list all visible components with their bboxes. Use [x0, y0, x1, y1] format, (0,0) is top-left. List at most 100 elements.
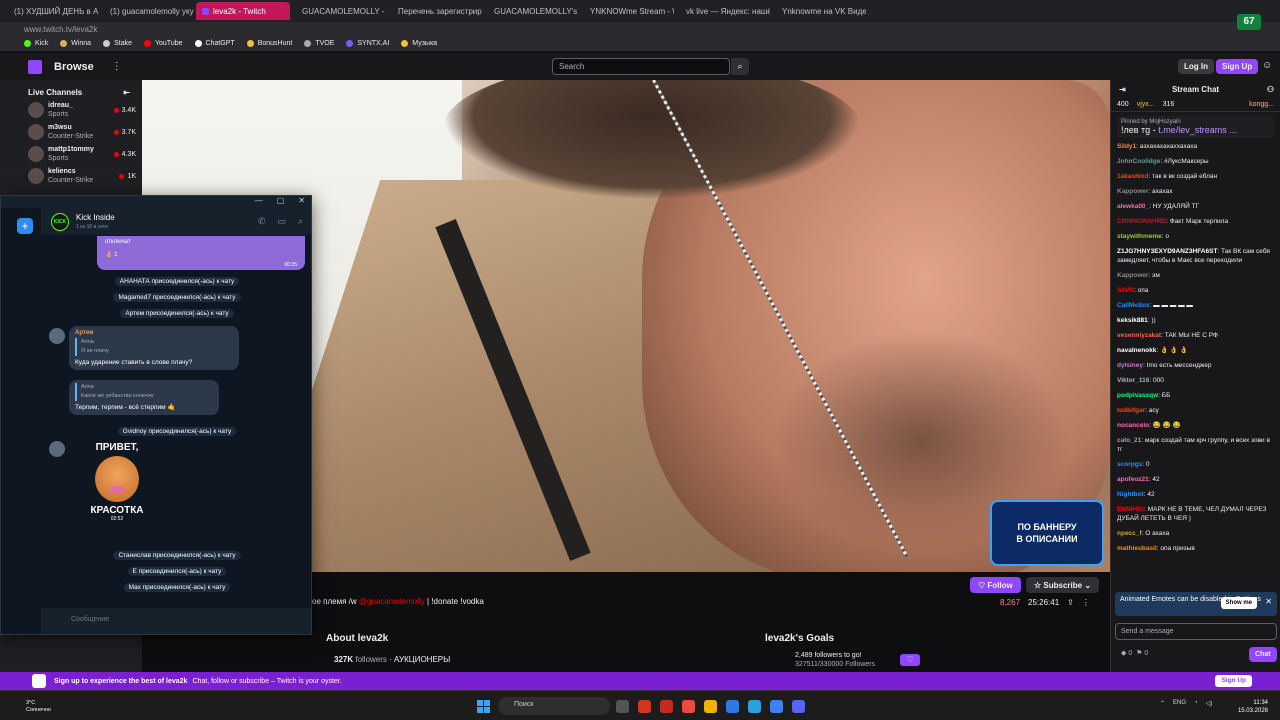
collapse-chat-icon[interactable]: ⇥ — [1119, 85, 1126, 94]
browser-tab[interactable]: (1) guacamolemolly укуре — [100, 2, 194, 20]
taskbar-app-icon[interactable] — [616, 700, 629, 713]
login-button[interactable]: Log In — [1178, 59, 1214, 74]
chat-message[interactable]: Z1JG7HNY3EXYD9ANZ3HFA6ST: Так ВК сам себ… — [1117, 247, 1274, 265]
minimize-icon[interactable]: — — [255, 196, 263, 208]
chat-message[interactable]: Sildy1: азхахахахаххахаха — [1117, 142, 1274, 151]
sidebar-channel[interactable]: mattp1tommy Sports 4.3K — [0, 141, 142, 163]
sidebar-channel[interactable]: idreau_ Sports 3.4K — [0, 97, 142, 119]
bookmark[interactable]: YouTube — [143, 40, 183, 47]
new-chat-button[interactable]: + — [17, 218, 33, 234]
chat-message[interactable]: todbifgar: асу — [1117, 406, 1274, 415]
twitch-logo-icon[interactable] — [28, 59, 42, 74]
browse-link[interactable]: Browse — [54, 61, 94, 73]
sticker[interactable]: ПРИВЕТ, КРАСОТКА 02:52 — [77, 442, 157, 532]
chat-username[interactable]: podpivassqw — [1117, 392, 1158, 399]
bookmark[interactable]: SYNTX.AI — [346, 40, 389, 47]
chat-username[interactable]: nocancelo — [1117, 422, 1149, 429]
bookmark[interactable]: TVOE — [304, 40, 334, 47]
chat-username[interactable]: S4VR — [1117, 287, 1134, 294]
chat-message[interactable]: dylsiney: Imo есть мессенджер — [1117, 361, 1274, 370]
goal-follow-button[interactable]: ♡ — [900, 654, 920, 666]
more-icon[interactable]: ⋮ — [112, 61, 122, 72]
chat-username[interactable]: CRIMSONSHRD — [1117, 218, 1166, 225]
chat-username[interactable]: alewka00_ — [1117, 203, 1149, 210]
more-options-icon[interactable]: ⋮ — [1082, 598, 1090, 607]
bookmark[interactable]: Музыка — [401, 40, 437, 47]
chat-username[interactable]: 1akashixd — [1117, 173, 1148, 180]
chat-message[interactable]: CallMeSex: ▬ ▬ ▬ ▬ ▬ — [1117, 301, 1274, 310]
subscribe-button[interactable]: ☆ Subscribe ⌄ — [1026, 577, 1100, 593]
chat-message[interactable]: cato_21: марк создай там крч группу, и в… — [1117, 436, 1274, 454]
chat-message[interactable]: alewka00_: НУ УДАЛЯЙ ТГ — [1117, 202, 1274, 211]
bookmark[interactable]: Winna — [60, 40, 91, 47]
chat-username[interactable]: Viktor_116 — [1117, 377, 1149, 384]
chat-message[interactable]: 1akashixd: так в вк создай еблан — [1117, 172, 1274, 181]
chat-username[interactable]: Kappower — [1117, 272, 1148, 279]
weather-widget[interactable]: 3°C Солнечно — [26, 700, 51, 714]
taskbar-app-icon[interactable] — [704, 700, 717, 713]
taskbar-app-icon[interactable] — [726, 700, 739, 713]
chat-message[interactable]: staywithmeme: о — [1117, 232, 1274, 241]
clock[interactable]: 11:34 15.03.2026 — [1226, 699, 1268, 715]
follow-button[interactable]: ♡ Follow — [970, 577, 1021, 593]
bookmark[interactable]: Stake — [103, 40, 132, 47]
chat-message[interactable]: vesenniyzakat: ТАК МЫ НЕ С РФ — [1117, 331, 1274, 340]
browser-tab[interactable]: GUACAMOLEMOLLY's Vi — [484, 2, 578, 20]
chat-message[interactable]: Viktor_116: 000 — [1117, 376, 1274, 385]
chat-username[interactable]: JohnCoolidge — [1117, 158, 1160, 165]
bookmark[interactable]: ChatGPT — [194, 40, 235, 47]
signup-button[interactable]: Sign Up — [1216, 59, 1259, 74]
chat-username[interactable]: dylsiney — [1117, 362, 1143, 369]
browser-tab[interactable]: (1) ХУДШИЙ ДЕНЬ в АФН — [4, 2, 98, 20]
address-bar[interactable]: www.twitch.tv/leva2k — [0, 22, 1280, 36]
maximize-icon[interactable]: ▢ — [277, 196, 285, 208]
chat-avatar[interactable]: KICK — [51, 213, 69, 231]
message-bubble[interactable]: Arina Какое же уебанство конечно Терпим, … — [69, 380, 219, 415]
chat-username[interactable]: ENNIHIG — [1117, 506, 1144, 513]
telegram-message-input[interactable]: Сообщение — [41, 608, 311, 634]
show-me-button[interactable]: Show me — [1220, 597, 1257, 609]
chat-message[interactable]: podpivassqw: ББ — [1117, 391, 1274, 400]
start-button[interactable] — [477, 700, 490, 713]
url-text[interactable]: www.twitch.tv/leva2k — [24, 25, 97, 34]
chat-message[interactable]: S4VR: опа — [1117, 286, 1274, 295]
search-icon[interactable]: ⌕ — [298, 216, 303, 227]
user-icon[interactable]: ☺ — [1262, 60, 1272, 71]
chat-username[interactable]: vesenniyzakat — [1117, 332, 1161, 339]
chat-message[interactable]: ENNIHIG: МАРК НЕ В ТЕМЕ, ЧЕЛ ДУМАЛ ЧЕРЕЗ… — [1117, 505, 1274, 523]
search-button[interactable]: ⌕ — [731, 58, 749, 75]
share-icon[interactable]: ⇪ — [1067, 598, 1074, 607]
banner-signup-button[interactable]: Sign Up — [1215, 675, 1252, 687]
browser-tab[interactable]: YNKNOWme Stream - Wa — [580, 2, 674, 20]
phone-icon[interactable]: ✆ — [258, 216, 266, 227]
chat-username[interactable]: Kappower — [1117, 188, 1148, 195]
video-call-icon[interactable]: ▭ — [277, 216, 286, 227]
chat-username[interactable]: npecc_f — [1117, 530, 1142, 537]
chat-input[interactable]: Send a message — [1115, 623, 1277, 640]
system-tray[interactable]: ⌃ ENG ◔ ◁) — [1160, 700, 1212, 707]
chat-username[interactable]: navalnenokk — [1117, 347, 1156, 354]
chat-name[interactable]: Kick Inside — [76, 213, 115, 222]
taskbar-app-icon[interactable] — [748, 700, 761, 713]
pinned-message[interactable]: Pinned by MojHozyain !лев тg - t.me/lev_… — [1117, 116, 1274, 138]
chat-message[interactable]: CRIMSONSHRD: Факт Марк терпила — [1117, 217, 1274, 226]
chat-username[interactable]: Sildy1 — [1117, 143, 1136, 150]
avatar[interactable] — [49, 328, 65, 344]
taskbar-app-icon[interactable] — [660, 700, 673, 713]
chat-message[interactable]: navalnenokk: 👌 👌 👌 — [1117, 346, 1274, 355]
chat-username[interactable]: scorpgs — [1117, 461, 1142, 468]
outgoing-message[interactable]: отключат 👌 1 00:35 — [97, 236, 305, 270]
chat-message[interactable]: Kappower: эм — [1117, 271, 1274, 280]
chat-username[interactable]: staywithmeme — [1117, 233, 1162, 240]
chat-send-button[interactable]: Chat — [1249, 647, 1277, 662]
window-close-icon[interactable]: ✕ — [298, 196, 305, 208]
extension-badge[interactable]: 67 — [1237, 14, 1261, 30]
chat-message[interactable]: Nightbot: 42 — [1117, 490, 1274, 499]
chat-username[interactable]: keksik881 — [1117, 317, 1148, 324]
taskbar-app-icon[interactable] — [792, 700, 805, 713]
sidebar-channel[interactable]: keliencs Counter-Strike 1K — [0, 163, 142, 185]
chat-message[interactable]: keksik881: )) — [1117, 316, 1274, 325]
collapse-icon[interactable]: ⇤ — [123, 88, 130, 97]
bookmark[interactable]: BonusHunt — [246, 40, 292, 47]
chat-username[interactable]: todbifgar — [1117, 407, 1145, 414]
